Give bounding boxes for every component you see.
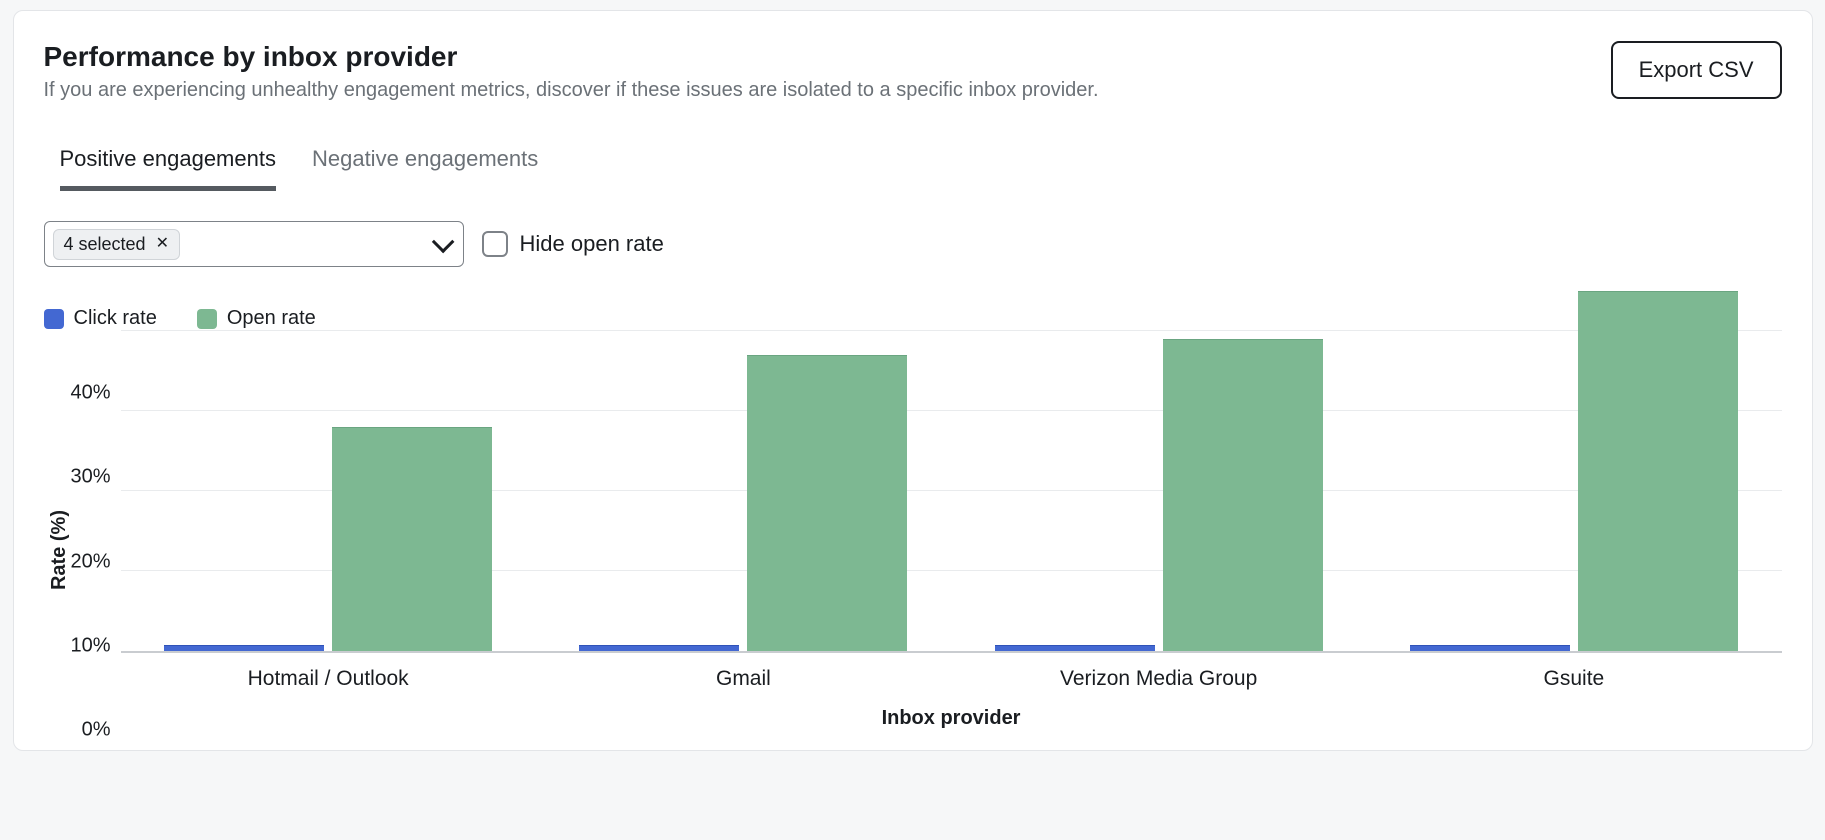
open-rate-bar <box>747 355 907 651</box>
header-text: Performance by inbox provider If you are… <box>44 41 1099 102</box>
bar-chart: Rate (%) 40%30%20%10%0% Hotmail / Outloo… <box>44 370 1782 730</box>
y-tick: 40% <box>71 382 111 405</box>
chart-legend: Click rate Open rate <box>44 307 1782 330</box>
x-tick: Gsuite <box>1366 653 1781 691</box>
legend-click-rate: Click rate <box>44 307 157 330</box>
inbox-provider-panel: Performance by inbox provider If you are… <box>13 10 1813 751</box>
clear-selection-icon[interactable]: ✕ <box>156 236 169 252</box>
click-rate-bar <box>164 645 324 651</box>
engagement-tabs: Positive engagements Negative engagement… <box>44 146 1782 191</box>
hide-open-rate-toggle[interactable]: Hide open rate <box>482 231 664 257</box>
gridline <box>121 330 1782 331</box>
chip-label: 4 selected <box>64 234 146 255</box>
panel-subtitle: If you are experiencing unhealthy engage… <box>44 79 1099 102</box>
legend-open-rate: Open rate <box>197 307 316 330</box>
bar-group <box>1366 370 1781 651</box>
bar-group <box>536 370 951 651</box>
chevron-down-icon <box>431 231 454 254</box>
selected-count-chip[interactable]: 4 selected ✕ <box>53 229 180 260</box>
open-rate-bar <box>1163 339 1323 651</box>
x-axis-ticks: Hotmail / OutlookGmailVerizon Media Grou… <box>121 653 1782 691</box>
export-csv-button[interactable]: Export CSV <box>1611 41 1782 99</box>
open-rate-swatch-icon <box>197 309 217 329</box>
click-rate-bar <box>579 645 739 651</box>
hide-open-rate-label: Hide open rate <box>520 231 664 257</box>
y-tick: 0% <box>82 719 111 742</box>
legend-click-rate-label: Click rate <box>74 307 157 330</box>
click-rate-swatch-icon <box>44 309 64 329</box>
bar-group <box>121 370 536 651</box>
open-rate-bar <box>1578 291 1738 651</box>
legend-open-rate-label: Open rate <box>227 307 316 330</box>
bars-row <box>121 370 1782 651</box>
checkbox-icon <box>482 231 508 257</box>
y-tick: 10% <box>71 634 111 657</box>
bar-group <box>951 370 1366 651</box>
click-rate-bar <box>1410 645 1570 651</box>
tab-negative-engagements[interactable]: Negative engagements <box>312 146 538 191</box>
provider-multi-select[interactable]: 4 selected ✕ <box>44 221 464 267</box>
y-axis-ticks: 40%30%20%10%0% <box>71 370 121 730</box>
open-rate-bar <box>332 427 492 651</box>
panel-header: Performance by inbox provider If you are… <box>44 41 1782 102</box>
plot-area <box>121 370 1782 653</box>
x-tick: Gmail <box>536 653 951 691</box>
y-tick: 20% <box>71 550 111 573</box>
click-rate-bar <box>995 645 1155 651</box>
filter-controls: 4 selected ✕ Hide open rate <box>44 221 1782 267</box>
y-axis-label: Rate (%) <box>44 510 71 590</box>
y-tick: 30% <box>71 466 111 489</box>
tab-positive-engagements[interactable]: Positive engagements <box>60 146 276 191</box>
x-axis-label: Inbox provider <box>121 691 1782 730</box>
panel-title: Performance by inbox provider <box>44 41 1099 73</box>
x-tick: Hotmail / Outlook <box>121 653 536 691</box>
x-tick: Verizon Media Group <box>951 653 1366 691</box>
